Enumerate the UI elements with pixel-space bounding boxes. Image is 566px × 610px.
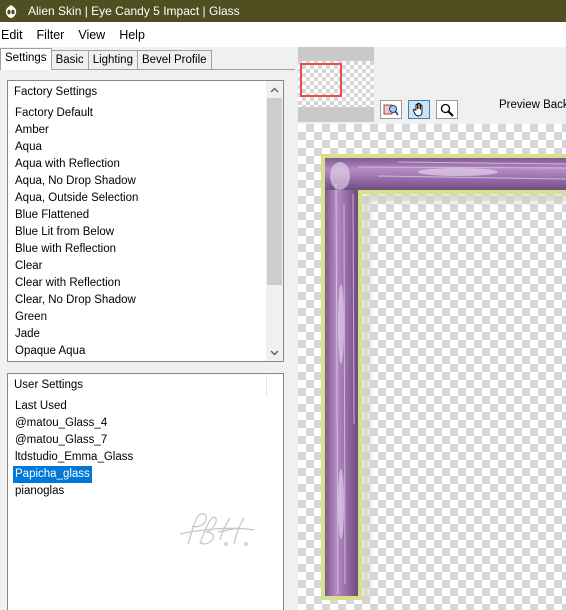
alien-skin-app-icon <box>4 4 18 18</box>
scroll-down-arrow-icon[interactable] <box>266 344 283 361</box>
list-item[interactable]: Clear <box>13 258 140 275</box>
navigator-view-rect[interactable] <box>300 63 342 97</box>
window-title: Alien Skin | Eye Candy 5 Impact | Glass <box>28 4 240 18</box>
list-item[interactable]: pianoglas <box>13 483 135 500</box>
list-item[interactable]: ltdstudio_Emma_Glass <box>13 449 135 466</box>
title-bar: Alien Skin | Eye Candy 5 Impact | Glass <box>0 0 566 22</box>
preview-toggle-icon[interactable] <box>380 100 402 119</box>
scroll-thumb[interactable] <box>267 98 282 285</box>
list-item-selected[interactable]: Papicha_glass <box>13 466 92 483</box>
tab-bevel-profile[interactable]: Bevel Profile <box>136 50 212 70</box>
factory-settings-list[interactable]: Factory Settings Factory Default Amber A… <box>7 80 284 362</box>
menu-edit[interactable]: Edit <box>0 28 29 42</box>
preview-panel: Preview Backc <box>298 47 566 610</box>
preview-canvas[interactable] <box>298 124 566 610</box>
settings-tabs: Settings Basic Lighting Bevel Profile <box>0 48 212 70</box>
navigator-thumbnail[interactable] <box>298 47 374 122</box>
menu-bar: Edit Filter View Help <box>0 22 566 47</box>
factory-scrollbar[interactable] <box>266 81 283 361</box>
list-item[interactable]: Blue Lit from Below <box>13 224 140 241</box>
tab-lighting[interactable]: Lighting <box>87 50 138 70</box>
zoom-icon[interactable] <box>436 100 458 119</box>
list-item[interactable]: Aqua, No Drop Shadow <box>13 173 140 190</box>
list-item[interactable]: Clear, No Drop Shadow <box>13 292 140 309</box>
hand-icon[interactable] <box>408 100 430 119</box>
author-signature-watermark <box>178 510 256 559</box>
list-item[interactable]: Jade <box>13 326 140 343</box>
menu-help[interactable]: Help <box>119 28 151 42</box>
user-settings-header: User Settings <box>14 379 84 391</box>
list-item[interactable]: Amber <box>13 122 140 139</box>
preview-background-label: Preview Backc <box>499 99 566 111</box>
list-item[interactable]: @matou_Glass_7 <box>13 432 135 449</box>
list-item[interactable]: Clear with Reflection <box>13 275 140 292</box>
glass-frame-preview <box>321 154 566 600</box>
list-item[interactable]: Factory Default <box>13 105 140 122</box>
tab-settings[interactable]: Settings <box>0 48 52 70</box>
scroll-up-arrow-icon[interactable] <box>266 81 283 98</box>
list-item[interactable]: Aqua, Outside Selection <box>13 190 140 207</box>
list-item[interactable]: Green <box>13 309 140 326</box>
list-item[interactable]: @matou_Glass_4 <box>13 415 135 432</box>
list-item[interactable]: Opaque Aqua <box>13 343 140 360</box>
user-scrollbar-stub <box>266 374 283 396</box>
user-settings-list[interactable]: User Settings Last Used @matou_Glass_4 @… <box>7 373 284 610</box>
factory-settings-header: Factory Settings <box>14 86 98 98</box>
list-item[interactable]: Aqua <box>13 139 140 156</box>
list-item[interactable]: Blue Flattened <box>13 207 140 224</box>
list-item[interactable]: Last Used <box>13 398 135 415</box>
menu-filter[interactable]: Filter <box>37 28 71 42</box>
tab-basic[interactable]: Basic <box>50 50 89 70</box>
list-item[interactable]: Blue with Reflection <box>13 241 140 258</box>
list-item[interactable]: Aqua with Reflection <box>13 156 140 173</box>
menu-view[interactable]: View <box>78 28 111 42</box>
